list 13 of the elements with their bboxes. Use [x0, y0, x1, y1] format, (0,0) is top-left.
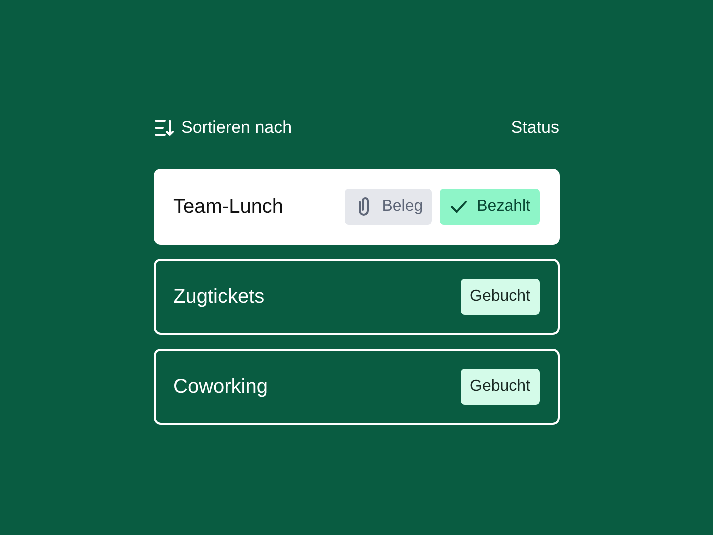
status-tag: Gebucht [461, 369, 540, 405]
expense-title: Zugtickets [174, 285, 265, 310]
sort-icon [154, 119, 174, 137]
sort-label[interactable]: Sortieren nach [182, 115, 292, 141]
expense-card[interactable]: Zugtickets Gebucht [154, 259, 560, 335]
sort-value[interactable]: Status [511, 115, 560, 141]
status-tag: Gebucht [461, 279, 540, 315]
expense-card[interactable]: Team-Lunch Beleg Bezahlt [154, 169, 560, 245]
receipt-tag[interactable]: Beleg [345, 189, 432, 225]
expense-card[interactable]: Coworking Gebucht [154, 349, 560, 425]
expense-title: Team-Lunch [174, 195, 284, 220]
expense-title: Coworking [174, 375, 268, 400]
status-tag: Bezahlt [440, 189, 540, 225]
